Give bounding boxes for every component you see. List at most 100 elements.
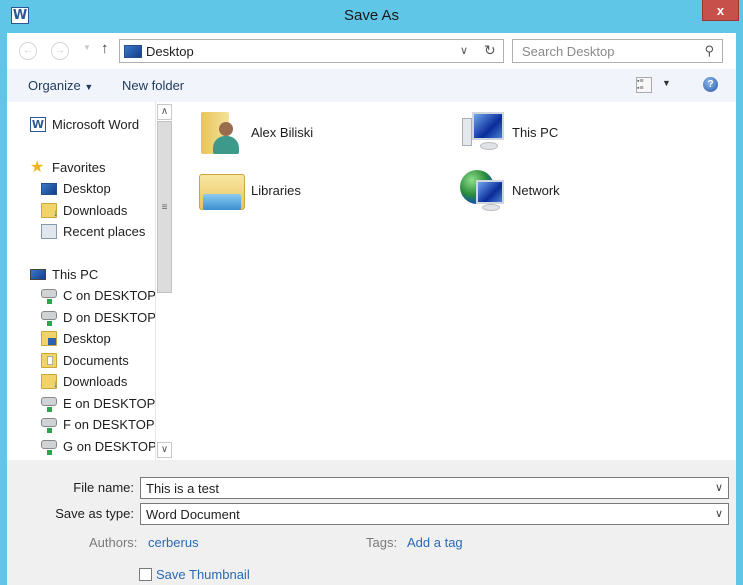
desktop-icon [41, 182, 57, 195]
item-this-pc[interactable]: This PC [458, 108, 558, 156]
nav-item-label: Desktop [63, 330, 111, 346]
scroll-down-chevron-icon[interactable]: ∨ [157, 442, 172, 458]
address-bar[interactable]: Desktop ∨ ↻ [119, 39, 504, 63]
file-name-field[interactable]: This is a test ∨ [140, 477, 729, 499]
downloads-folder-icon: ↓ [41, 202, 58, 219]
desktop-folder-icon [41, 330, 57, 346]
save-as-dialog: W Save As x ← → ▼ ↑ Desktop ∨ ↻ Search D… [0, 0, 743, 585]
nav-item-downloads[interactable]: ↓ Downloads [41, 200, 127, 220]
close-button[interactable]: x [702, 0, 739, 21]
view-options-dropdown[interactable]: ▼ [662, 78, 671, 88]
downloads-folder-icon: ↓ [41, 373, 58, 390]
network-drive-icon [41, 418, 57, 433]
desktop-icon [124, 45, 142, 58]
chevron-down-icon[interactable]: ∨ [715, 481, 723, 494]
network-icon [458, 166, 506, 214]
network-drive-icon [41, 289, 57, 304]
network-drive-icon [41, 397, 57, 412]
nav-pane-scrollbar[interactable]: ∧ ≡ ∨ [155, 102, 172, 460]
forward-arrow-icon: → [55, 45, 65, 56]
nav-item-d-drive[interactable]: D on DESKTOP [41, 307, 155, 327]
nav-item-label: D on DESKTOP [63, 309, 155, 325]
word-icon: W [30, 116, 46, 132]
nav-item-e-drive[interactable]: E on DESKTOP [41, 393, 155, 413]
change-view-icon[interactable]: ▪≡ ▪≡ [636, 77, 652, 93]
organize-label: Organize [28, 78, 81, 93]
nav-item-label: G on DESKTOP [63, 438, 155, 454]
nav-item-label: Favorites [52, 159, 106, 175]
authors-label: Authors: [89, 535, 138, 550]
user-folder-icon [197, 108, 245, 156]
save-thumbnail-checkbox[interactable] [139, 568, 152, 581]
tags-label: Tags: [366, 535, 398, 550]
libraries-icon [197, 166, 245, 214]
item-label: Network [512, 182, 560, 198]
organize-button[interactable]: Organize ▼ [28, 78, 93, 93]
nav-item-g-drive[interactable]: G on DESKTOP [41, 436, 155, 456]
title-bar[interactable]: W Save As x [0, 0, 743, 33]
item-label: Libraries [251, 182, 301, 198]
back-button[interactable]: ← [19, 42, 37, 60]
nav-item-label: Documents [63, 352, 129, 368]
item-libraries[interactable]: Libraries [197, 166, 301, 214]
nav-item-c-drive[interactable]: C on DESKTOP [41, 285, 155, 305]
add-tag-link[interactable]: Add a tag [407, 535, 463, 550]
network-drive-icon [41, 311, 57, 326]
forward-button[interactable]: → [51, 42, 69, 60]
network-drive-icon [41, 440, 57, 455]
nav-item-desktop[interactable]: Desktop [41, 178, 111, 198]
search-input[interactable]: Search Desktop [522, 44, 615, 59]
nav-item-label: This PC [52, 266, 99, 282]
refresh-icon[interactable]: ↻ [484, 42, 496, 59]
recent-places-icon [41, 223, 57, 239]
save-as-type-label: Save as type: [55, 506, 134, 521]
help-icon[interactable]: ? [703, 77, 718, 92]
item-label: This PC [512, 124, 559, 140]
save-as-type-select[interactable]: Word Document ∨ [140, 503, 729, 525]
nav-item-f-drive[interactable]: F on DESKTOP [41, 414, 155, 434]
back-arrow-icon: ← [23, 45, 33, 56]
nav-item-microsoft-word[interactable]: W Microsoft Word [30, 114, 139, 134]
scroll-up-chevron-icon[interactable]: ∧ [157, 104, 172, 120]
address-dropdown-chevron-icon[interactable]: ∨ [460, 44, 468, 57]
nav-item-label: C on DESKTOP [63, 287, 155, 303]
nav-item-favorites[interactable]: ★ Favorites [30, 157, 105, 177]
nav-item-recent-places[interactable]: Recent places [41, 221, 145, 241]
computer-icon [30, 268, 46, 280]
nav-item-this-pc[interactable]: This PC [30, 264, 98, 284]
navigation-bar: ← → ▼ ↑ Desktop ∨ ↻ Search Desktop ⚲ [7, 33, 736, 69]
save-as-type-value: Word Document [146, 507, 240, 522]
nav-item-label: F on DESKTOP [63, 416, 155, 432]
item-alex-biliski[interactable]: Alex Biliski [197, 108, 313, 156]
nav-item-label: Downloads [63, 202, 128, 218]
nav-item-label: Desktop [63, 180, 111, 196]
chevron-down-icon[interactable]: ∨ [715, 507, 723, 520]
item-label: Alex Biliski [251, 124, 314, 140]
nav-item-label: Downloads [63, 373, 128, 389]
nav-item-pc-desktop[interactable]: Desktop [41, 328, 111, 348]
file-name-input[interactable]: This is a test [146, 481, 219, 496]
new-folder-button[interactable]: New folder [122, 78, 184, 93]
item-network[interactable]: Network [458, 166, 560, 214]
search-icon[interactable]: ⚲ [704, 43, 714, 59]
dialog-title: Save As [343, 7, 400, 24]
save-thumbnail-label[interactable]: Save Thumbnail [156, 567, 250, 582]
nav-item-label: Recent places [63, 223, 146, 239]
command-toolbar: Organize ▼ New folder ▪≡ ▪≡ ▼ ? [7, 69, 736, 102]
file-list-pane: Alex Biliski This PC Libraries Network [173, 102, 736, 460]
dialog-body: ← → ▼ ↑ Desktop ∨ ↻ Search Desktop ⚲ Org… [7, 33, 736, 585]
search-box[interactable]: Search Desktop ⚲ [512, 39, 723, 63]
scrollbar-thumb[interactable]: ≡ [157, 121, 172, 293]
recent-locations-dropdown[interactable]: ▼ [83, 43, 91, 52]
up-button[interactable]: ↑ [101, 40, 109, 57]
file-name-label: File name: [73, 480, 134, 495]
authors-link[interactable]: cerberus [148, 535, 199, 550]
save-options-panel: File name: This is a test ∨ Save as type… [7, 460, 736, 585]
documents-folder-icon [41, 352, 57, 368]
nav-item-label: Microsoft Word [52, 116, 140, 132]
nav-item-pc-downloads[interactable]: ↓ Downloads [41, 371, 127, 391]
nav-item-documents[interactable]: Documents [41, 350, 129, 370]
address-text: Desktop [146, 44, 194, 59]
computer-icon [458, 108, 506, 156]
navigation-pane: W Microsoft Word ★ Favorites Desktop ↓ Down… [7, 102, 155, 460]
